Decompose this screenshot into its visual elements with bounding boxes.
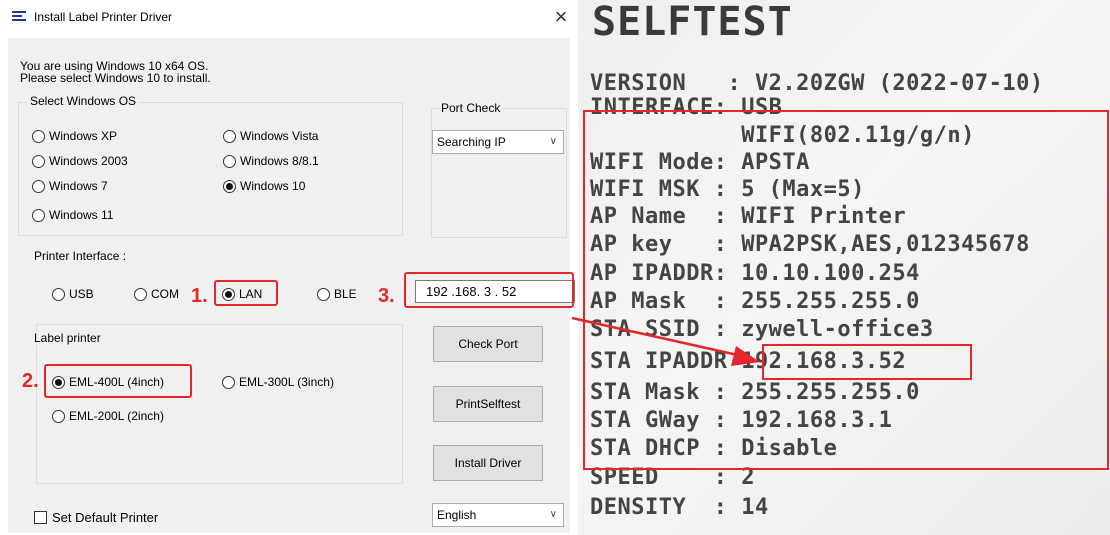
chevron-down-icon: ∨	[549, 509, 557, 520]
printer-interface-label: Printer Interface :	[34, 249, 127, 263]
selftest-printout-photo: SELFTEST VERSION : V2.20ZGW (2022-07-10)…	[578, 0, 1110, 535]
printer-model-highlight-box	[44, 364, 192, 398]
selftest-line: DENSITY : 14	[590, 495, 769, 520]
radio-dot	[223, 154, 236, 168]
radio-dot	[222, 375, 235, 389]
print-selftest-button[interactable]: PrintSelftest	[433, 386, 543, 422]
radio-dot-selected	[223, 179, 236, 193]
label-printer-group-label: Label printer	[32, 331, 103, 345]
dialog-client-area: You are using Windows 10 x64 OS. Please …	[8, 38, 575, 533]
selftest-line: VERSION : V2.20ZGW (2022-07-10)	[590, 71, 1044, 96]
check-port-button[interactable]: Check Port	[433, 326, 543, 362]
sta-ip-highlight-box	[762, 344, 972, 380]
radio-com[interactable]: COM	[134, 287, 179, 301]
radio-windows-2003[interactable]: Windows 2003	[32, 154, 128, 168]
label-printer-groupbox	[36, 324, 403, 484]
port-check-label: Port Check	[439, 101, 503, 115]
port-check-groupbox	[431, 108, 567, 238]
radio-windows-vista[interactable]: Windows Vista	[223, 129, 318, 143]
app-icon	[12, 11, 26, 22]
step-3-label: 3.	[378, 285, 395, 307]
radio-dot	[32, 129, 45, 143]
step-2-label: 2.	[22, 370, 39, 392]
window-title: Install Label Printer Driver	[34, 10, 173, 24]
network-info-highlight-box	[583, 110, 1109, 470]
step-1-label: 1.	[191, 285, 208, 307]
set-default-printer-label: Set Default Printer	[52, 510, 159, 525]
radio-dot	[134, 287, 147, 301]
radio-windows-11[interactable]: Windows 11	[32, 208, 113, 222]
os-group-label: Select Windows OS	[28, 94, 139, 108]
radio-ble[interactable]: BLE	[317, 287, 357, 301]
radio-eml-300l[interactable]: EML-300L (3inch)	[222, 375, 334, 389]
radio-dot	[317, 287, 330, 301]
installer-dialog: Install Label Printer Driver × You are u…	[0, 0, 576, 535]
os-info-line2: Please select Windows 10 to install.	[20, 71, 211, 85]
language-select[interactable]: English ∨	[432, 503, 564, 527]
radio-windows-7[interactable]: Windows 7	[32, 179, 108, 193]
selftest-title: SELFTEST	[592, 0, 793, 45]
radio-usb[interactable]: USB	[52, 287, 94, 301]
radio-dot	[52, 287, 65, 301]
title-bar: Install Label Printer Driver ×	[0, 0, 576, 34]
ip-highlight-box	[404, 272, 574, 308]
set-default-printer-checkbox[interactable]	[34, 511, 47, 524]
radio-dot	[32, 154, 45, 168]
radio-dot	[32, 208, 45, 222]
chevron-down-icon: ∨	[549, 136, 557, 147]
lan-highlight-box	[214, 280, 278, 306]
radio-dot	[223, 129, 236, 143]
radio-windows-xp[interactable]: Windows XP	[32, 129, 117, 143]
radio-dot	[32, 179, 45, 193]
radio-windows-10[interactable]: Windows 10	[223, 179, 305, 193]
port-check-select[interactable]: Searching IP ∨	[432, 130, 564, 154]
close-icon[interactable]: ×	[548, 4, 574, 30]
install-driver-button[interactable]: Install Driver	[433, 445, 543, 481]
radio-windows-8[interactable]: Windows 8/8.1	[223, 154, 319, 168]
radio-eml-200l[interactable]: EML-200L (2inch)	[52, 409, 164, 423]
radio-dot	[52, 409, 65, 423]
